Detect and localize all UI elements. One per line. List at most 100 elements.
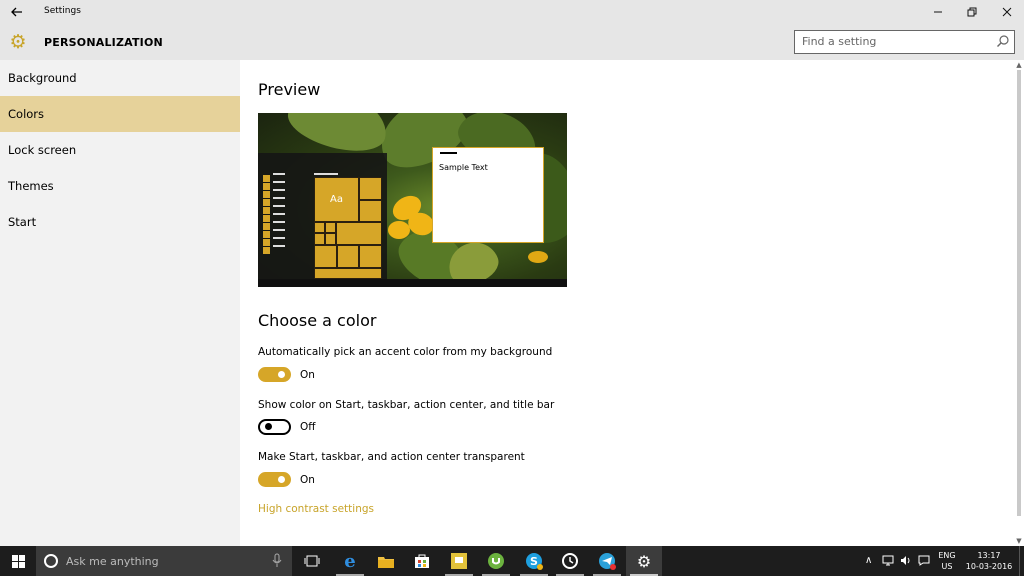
preview-list-marker [263, 191, 270, 198]
task-view-icon[interactable] [294, 546, 330, 576]
preview-tile [359, 177, 382, 200]
language-region: US [941, 562, 953, 571]
sidebar-item-lock-screen[interactable]: Lock screen [0, 132, 240, 168]
sticky-notes-icon[interactable] [441, 546, 477, 576]
action-center-icon[interactable] [918, 555, 930, 576]
scroll-down-icon[interactable]: ▼ [1014, 536, 1024, 546]
preview-list-marker [263, 207, 270, 214]
skype-icon[interactable]: S [516, 546, 552, 576]
network-glyph [882, 555, 894, 566]
preview-tile-large: Aa [314, 177, 359, 222]
preview-list-marker [263, 223, 270, 230]
title-bar: Settings [0, 0, 1024, 24]
start-button[interactable] [0, 546, 36, 576]
find-setting-box[interactable] [794, 30, 1015, 54]
high-contrast-link[interactable]: High contrast settings [258, 503, 374, 515]
search-icon[interactable] [996, 34, 1010, 48]
sidebar: Background Colors Lock screen Themes Sta… [0, 60, 240, 546]
clock-time: 13:17 [977, 551, 1001, 560]
telegram-glyph [599, 553, 616, 570]
preview-list-marker [263, 199, 270, 206]
preview-tile [359, 200, 382, 222]
preview-tile [314, 222, 325, 233]
microphone-icon[interactable] [272, 553, 282, 569]
close-button[interactable] [990, 0, 1024, 24]
folder-icon [378, 556, 394, 568]
preview-heading: Preview [258, 80, 321, 99]
preview-list-marker [263, 175, 270, 182]
preview-tile [314, 268, 382, 279]
edge-icon[interactable]: e [332, 546, 368, 576]
cortana-placeholder: Ask me anything [66, 555, 159, 568]
color-preview: Aa Sample Text [258, 113, 567, 287]
speaker-glyph [901, 556, 910, 565]
sample-title-bar [440, 152, 457, 154]
preview-tile-label: Aa [330, 194, 343, 205]
preview-list-line [273, 173, 285, 175]
preview-list-line [273, 189, 285, 191]
svg-text:S: S [530, 555, 538, 568]
utorrent-glyph [488, 553, 504, 569]
sidebar-item-start[interactable]: Start [0, 204, 240, 240]
preview-list-line [273, 197, 285, 199]
restore-icon [967, 7, 977, 17]
utorrent-icon[interactable] [478, 546, 514, 576]
sidebar-item-themes[interactable]: Themes [0, 168, 240, 204]
file-explorer-icon[interactable] [368, 546, 404, 576]
show-color-toggle[interactable] [258, 419, 291, 435]
sidebar-item-colors[interactable]: Colors [0, 96, 240, 132]
sample-text: Sample Text [439, 163, 488, 172]
search-input[interactable] [795, 31, 985, 52]
transparency-toggle[interactable] [258, 472, 291, 487]
sidebar-item-background[interactable]: Background [0, 60, 240, 96]
choose-color-heading: Choose a color [258, 311, 377, 330]
show-hidden-icons-chevron-icon[interactable]: ∧ [865, 555, 872, 576]
restore-button[interactable] [955, 0, 989, 24]
shopping-bag-icon [415, 554, 429, 568]
minimize-button[interactable] [921, 0, 955, 24]
preview-list-marker [263, 231, 270, 238]
note-icon [451, 553, 467, 569]
edge-glyph: e [344, 550, 356, 572]
close-icon [1002, 7, 1012, 17]
clock-date: 10-03-2016 [965, 562, 1013, 571]
clock-glyph [562, 553, 578, 569]
show-desktop-button[interactable] [1019, 546, 1024, 576]
clock[interactable]: 13:17 10-03-2016 [962, 550, 1016, 576]
preview-list-marker [263, 183, 270, 190]
back-arrow-icon [11, 7, 22, 17]
preview-tile [336, 222, 382, 245]
auto-accent-toggle[interactable] [258, 367, 291, 382]
volume-icon[interactable] [900, 555, 912, 576]
auto-accent-label: Automatically pick an accent color from … [258, 346, 553, 358]
preview-list-line [273, 229, 285, 231]
toggle-knob [278, 476, 285, 483]
language-indicator[interactable]: ENG US [937, 550, 957, 576]
language-code: ENG [938, 551, 956, 560]
cortana-search-box[interactable]: Ask me anything [36, 546, 292, 576]
preview-list-marker [263, 239, 270, 246]
store-icon[interactable] [404, 546, 440, 576]
skype-glyph: S [526, 553, 543, 570]
windows-logo-icon [11, 554, 25, 568]
preview-list-line [273, 205, 285, 207]
show-color-label: Show color on Start, taskbar, action cen… [258, 399, 555, 411]
telegram-icon[interactable] [589, 546, 625, 576]
preview-list-line [273, 213, 285, 215]
taskbar: Ask me anything e S ⚙ ∧ ENG US 13:17 10-… [0, 546, 1024, 576]
scrollbar-thumb[interactable] [1017, 70, 1021, 516]
preview-list-line [273, 237, 285, 239]
preview-tile [314, 233, 325, 245]
back-button[interactable] [6, 2, 28, 22]
clock-app-icon[interactable] [552, 546, 588, 576]
scroll-up-icon[interactable]: ▲ [1014, 60, 1024, 70]
preview-start-menu: Aa [258, 153, 387, 279]
settings-icon[interactable]: ⚙ [626, 546, 662, 576]
minimize-icon [934, 11, 942, 13]
transparency-state: On [300, 474, 315, 486]
show-color-state: Off [300, 421, 316, 433]
app-title: Settings [44, 6, 81, 16]
network-icon[interactable] [882, 555, 894, 576]
cortana-icon [44, 554, 58, 568]
preview-tile [325, 222, 336, 233]
